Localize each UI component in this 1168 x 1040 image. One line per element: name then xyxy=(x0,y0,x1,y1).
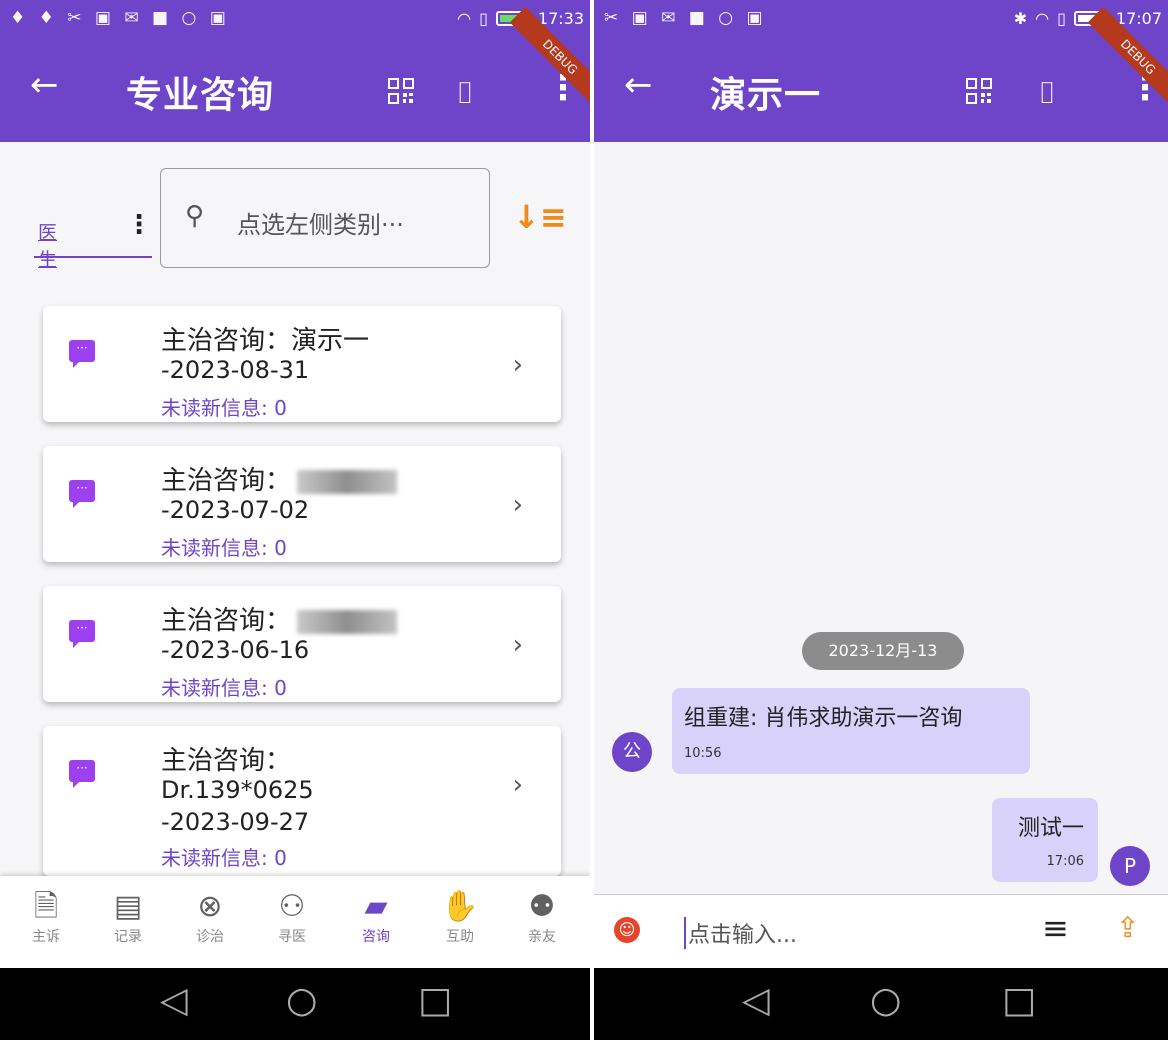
card-date: -2023-08-31 xyxy=(161,356,310,384)
system-recents-icon[interactable]: □ xyxy=(1002,980,1036,1021)
nav-family[interactable]: ⚉ 亲友 xyxy=(500,876,584,968)
status-time: 17:33 xyxy=(537,9,584,28)
chat-bubble-icon: ··· xyxy=(69,620,95,648)
consult-card[interactable]: ··· 主治咨询：演示一 -2023-08-31 未读新信息: 0 › xyxy=(43,306,561,422)
nav-records[interactable]: ▤ 记录 xyxy=(86,876,170,968)
system-recents-icon[interactable]: □ xyxy=(418,980,452,1021)
family-icon: ⚉ xyxy=(528,889,556,924)
card-title: 主治咨询： xyxy=(161,460,398,497)
sort-icon[interactable]: ↓≡ xyxy=(513,198,567,236)
outgoing-message[interactable]: 测试一 17:06 xyxy=(992,798,1098,882)
system-nav-bar: ◁ ○ □ xyxy=(0,968,590,1040)
card-date: -2023-07-02 xyxy=(161,496,310,524)
tab-menu-icon[interactable]: ⋮ xyxy=(126,210,152,240)
qr-code-icon[interactable] xyxy=(966,78,992,104)
sim-icon: ▯ xyxy=(479,9,488,28)
message-input-bar: ☺ 点击输入... ≡ ⇪ xyxy=(594,894,1168,969)
wifi-icon: ◠ xyxy=(457,9,472,28)
chevron-right-icon: › xyxy=(512,350,523,380)
card-date: -2023-06-16 xyxy=(161,636,310,664)
page-title: 专业咨询 xyxy=(126,75,275,116)
card-unread: 未读新信息: 0 xyxy=(161,396,287,420)
handshake-icon: ✋ xyxy=(441,889,479,924)
card-unread: 未读新信息: 0 xyxy=(161,536,287,560)
consult-card[interactable]: ··· 主治咨询： -2023-07-02 未读新信息: 0 › xyxy=(43,446,561,562)
menu-icon[interactable]: ≡ xyxy=(1042,909,1069,947)
qr-code-icon[interactable] xyxy=(388,78,414,104)
system-home-icon[interactable]: ○ xyxy=(286,980,317,1021)
nav-find-doctor[interactable]: ⚇ 寻医 xyxy=(250,876,334,968)
chat-icon: ▰ xyxy=(364,889,388,924)
pill-icon: ⊗ xyxy=(197,889,223,924)
system-nav-bar: ◁ ○ □ xyxy=(594,968,1168,1040)
nav-complaint[interactable]: 🗎 主诉 xyxy=(4,876,88,968)
consult-card[interactable]: ··· 主治咨询： -2023-06-16 未读新信息: 0 › xyxy=(43,586,561,702)
consult-card[interactable]: ··· 主治咨询： Dr.139*0625 -2023-09-27 未读新信息:… xyxy=(43,726,561,876)
tab-indicator xyxy=(34,256,152,258)
card-unread: 未读新信息: 0 xyxy=(161,676,287,700)
status-bar: ♦ ♦ ✂ ▣ ✉ ■ ○ ▣ ◠ ▯ 17:33 xyxy=(0,0,590,38)
upload-icon[interactable]: ⇪ xyxy=(1116,911,1139,944)
back-arrow-icon[interactable]: ← xyxy=(30,65,59,105)
card-unread: 未读新信息: 0 xyxy=(161,846,287,870)
system-home-icon[interactable]: ○ xyxy=(870,980,901,1021)
search-placeholder[interactable]: 点选左侧类别··· xyxy=(237,205,404,240)
search-icon: ⚲ xyxy=(185,201,205,231)
chevron-right-icon: › xyxy=(512,770,523,800)
bluetooth-icon: ✱ xyxy=(1013,9,1028,28)
page-title: 演示一 xyxy=(710,75,822,116)
nav-consult[interactable]: ▰ 咨询 xyxy=(334,876,418,968)
system-back-icon[interactable]: ◁ xyxy=(160,980,188,1021)
card-title: 主治咨询： xyxy=(161,746,292,776)
clipboard-icon: 🗎 xyxy=(33,889,59,924)
wifi-icon: ◠ xyxy=(1035,9,1050,28)
status-right: ✱ ◠ ▯ 17:07 xyxy=(1014,9,1162,28)
scan-icon[interactable]: ⌷ xyxy=(456,76,474,111)
date-separator: 2023-12月-13 xyxy=(802,632,964,670)
chevron-right-icon: › xyxy=(512,490,523,520)
card-doctor: Dr.139*0625 xyxy=(161,776,314,804)
system-back-icon[interactable]: ◁ xyxy=(742,980,770,1021)
card-title: 主治咨询：演示一 xyxy=(161,326,370,356)
chat-bubble-icon: ··· xyxy=(69,480,95,508)
status-time: 17:07 xyxy=(1115,9,1162,28)
tab-doctor[interactable]: 医生 xyxy=(38,218,57,272)
back-arrow-icon[interactable]: ← xyxy=(624,65,653,105)
app-bar: ← 专业咨询 ⌷ ⋮ DEBUG xyxy=(0,6,590,142)
chat-screen: ✂ ▣ ✉ ■ ○ ▣ ✱ ◠ ▯ 17:07 ← 演示一 ⌷ ⋮ DEBUG … xyxy=(594,0,1168,1040)
message-input[interactable]: 点击输入... xyxy=(684,917,797,949)
app-bar: ← 演示一 ⌷ ⋮ DEBUG xyxy=(594,6,1168,142)
bottom-nav: 🗎 主诉 ▤ 记录 ⊗ 诊治 ⚇ 寻医 ▰ 咨询 ✋ 互助 ⚉ 亲友 xyxy=(0,876,590,968)
message-text: 组重建: 肖伟求助演示一咨询 xyxy=(684,706,963,731)
message-time: 10:56 xyxy=(684,746,722,761)
redacted-name xyxy=(297,609,398,634)
search-box[interactable]: ⚲ 点选左侧类别··· xyxy=(160,168,490,268)
nav-mutual-help[interactable]: ✋ 互助 xyxy=(418,876,502,968)
consult-list-screen: ♦ ♦ ✂ ▣ ✉ ■ ○ ▣ ◠ ▯ 17:33 ← 专业咨询 ⌷ ⋮ DEB… xyxy=(0,0,590,1040)
redacted-name xyxy=(297,469,398,494)
find-doctor-icon: ⚇ xyxy=(278,889,306,924)
avatar[interactable]: 公 xyxy=(612,732,652,772)
status-bar: ✂ ▣ ✉ ■ ○ ▣ ✱ ◠ ▯ 17:07 xyxy=(594,0,1168,38)
chat-bubble-icon: ··· xyxy=(69,760,95,788)
card-date: -2023-09-27 xyxy=(161,808,310,836)
nav-treatment[interactable]: ⊗ 诊治 xyxy=(168,876,252,968)
records-icon: ▤ xyxy=(113,889,143,924)
avatar[interactable]: P xyxy=(1110,846,1150,886)
message-text: 测试一 xyxy=(1017,816,1084,841)
notification-icons: ✂ ▣ ✉ ■ ○ ▣ xyxy=(604,8,767,28)
emoji-icon[interactable]: ☺ xyxy=(614,917,640,943)
chevron-right-icon: › xyxy=(512,630,523,660)
incoming-message[interactable]: 组重建: 肖伟求助演示一咨询 10:56 xyxy=(672,688,1030,774)
chat-bubble-icon: ··· xyxy=(69,340,95,368)
card-title: 主治咨询： xyxy=(161,600,398,637)
sim-icon: ▯ xyxy=(1057,9,1066,28)
scan-icon[interactable]: ⌷ xyxy=(1038,76,1056,111)
message-time: 17:06 xyxy=(1046,854,1084,869)
notification-icons: ♦ ♦ ✂ ▣ ✉ ■ ○ ▣ xyxy=(10,8,230,28)
